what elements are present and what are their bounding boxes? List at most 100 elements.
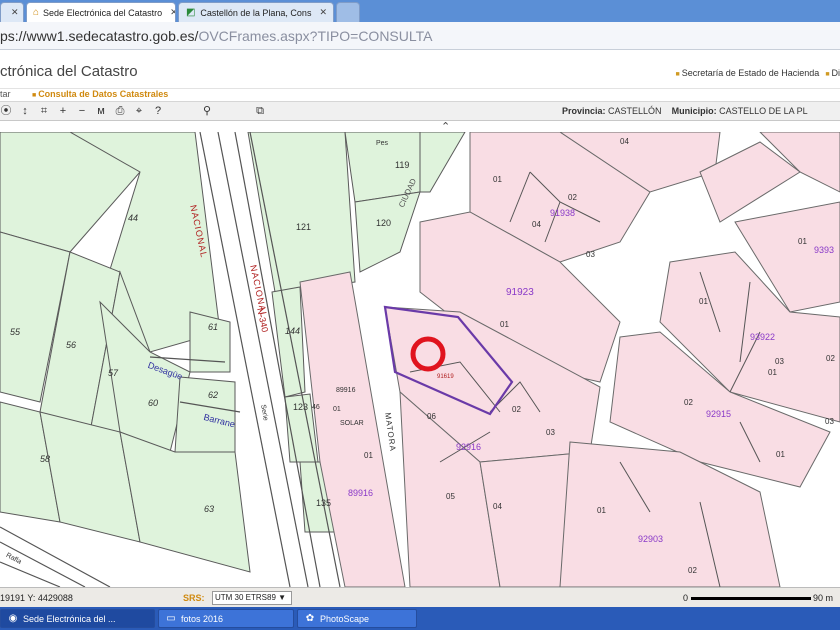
browser-tab-bar: ✕ ⌂ Sede Electrónica del Catastro ✕ ◩ Ca… [0,0,840,22]
cadastral-ref: 89916 [336,387,356,394]
tab-label: Castellón de la Plana, Cons [200,7,312,18]
header-link-hacienda[interactable]: Secretaría de Estado de Hacienda [676,68,820,78]
parcel-label: 119 [395,160,410,170]
taskbar-label: fotos 2016 [181,613,224,624]
scale-length: 90 m [813,593,834,603]
page-title: ctrónica del Catastro [0,63,138,80]
taskbar-item-fotos[interactable]: ▭ fotos 2016 [158,609,294,628]
parcel-label: 63 [204,504,215,514]
help-icon[interactable]: ? [152,104,164,118]
status-bar: 19191 Y: 4429088 SRS: UTM 30 ETRS89 ▼ 0 … [0,587,840,607]
cadastral-ref: 91923 [506,287,534,298]
parcel-label: 58 [40,454,51,464]
subparcel-label: 01 [493,175,502,184]
road-label: Barrane [202,412,237,430]
subparcel-label: 01 [364,451,373,460]
subparcel-label: 06 [427,412,436,421]
parcel-label: 55 [10,327,21,337]
zoom-extent-icon[interactable]: ⦿ [0,104,12,118]
parcel-label: 46 [312,404,320,411]
header-link-more[interactable]: Di [825,68,840,78]
parcel-label: Pes [376,140,389,147]
browser-tab-castellon[interactable]: ◩ Castellón de la Plana, Cons ✕ [178,2,334,22]
menu-item-consulta[interactable]: Consulta de Datos Catastrales [32,89,168,99]
parcel-label: 60 [148,398,159,408]
folder-icon: ▭ [166,612,176,624]
subparcel-label: 04 [493,502,502,511]
parcel-label: 144 [285,326,301,336]
address-bar[interactable]: ps://www1.sedecatastro.gob.es/OVCFrames.… [0,22,840,50]
browser-tab-partial[interactable]: ✕ [0,2,24,22]
taskbar-item-photoscape[interactable]: ✿ PhotoScape [297,609,417,628]
app-header: ctrónica del Catastro Secretaría de Esta… [0,55,840,89]
subparcel-label: 03 [775,357,784,366]
parcel-label: 56 [66,340,77,350]
selected-parcel-ref: 91619 [437,374,454,380]
parcel-label: 61 [208,322,219,332]
road-label: Desagüe [146,360,184,382]
zoom-in-icon[interactable]: + [57,104,69,118]
municipio-label: Municipio: [671,106,717,116]
catastro-favicon-icon: ⌂ [33,6,40,18]
browser-tab-catastro[interactable]: ⌂ Sede Electrónica del Catastro ✕ [26,2,176,22]
cadastral-ref: 92915 [706,409,732,419]
subparcel-label: 02 [688,566,697,575]
header-links: Secretaría de Estado de Hacienda Di [676,68,840,78]
scale-zero: 0 [683,593,689,603]
subparcel-label: 01 [768,368,777,377]
menu-row: tar Consulta de Datos Catastrales [0,89,840,101]
cadastral-map[interactable]: 44 55 56 57 60 61 62 58 63 119 Pes 120 1… [0,132,840,587]
srs-select[interactable]: UTM 30 ETRS89 ▼ [212,591,292,605]
solar-label: SOLAR [340,420,364,427]
subparcel-label: 04 [620,137,629,146]
cursor-coordinates: 19191 Y: 4429088 [0,593,73,603]
parcel-label: 44 [128,213,139,223]
road-label: CIUDAD [397,177,419,209]
subparcel-label: 01 [500,320,509,329]
scale-bar-line [691,597,811,600]
road-label: MATORA [383,412,398,453]
parcel-label: 62 [208,390,219,400]
subparcel-label: 02 [512,405,521,414]
srs-label: SRS: [183,593,205,603]
close-icon[interactable]: ✕ [170,7,175,18]
locate-icon[interactable]: ⌖ [133,104,145,118]
road-label: Serie [259,404,269,422]
map-favicon-icon: ◩ [185,6,196,18]
road-label: NACIONAL [188,204,210,259]
info-icon[interactable]: ↕ [19,104,31,118]
close-icon[interactable]: ✕ [319,7,327,18]
url-host: ps://www1.sedecatastro.gob.es/ [0,28,199,44]
url-field[interactable]: ps://www1.sedecatastro.gob.es/OVCFrames.… [0,26,840,46]
subparcel-label: 04 [532,220,541,229]
os-taskbar: ◉ Sede Electrónica del ... ▭ fotos 2016 … [0,607,840,630]
pan-icon[interactable]: ⌗ [38,104,50,118]
subparcel-label: 03 [825,417,834,426]
parcel-label: 57 [108,368,119,378]
close-icon[interactable]: ✕ [11,7,19,18]
marker-icon[interactable]: ⚲ [201,104,213,118]
provincia-label: Provincia: [562,106,606,116]
new-tab-button[interactable] [336,2,360,22]
subparcel-label: 03 [586,250,595,259]
print-icon[interactable]: ⎙ [114,104,126,118]
layers-icon[interactable]: ⧉ [254,104,266,118]
menu-item-back[interactable]: tar [0,89,11,99]
location-info: Provincia: CASTELLÓN Municipio: CASTELLO… [562,106,808,116]
taskbar-item-sede[interactable]: ◉ Sede Electrónica del ... [0,609,155,628]
zoom-out-icon[interactable]: − [76,104,88,118]
measure-icon[interactable]: ᴍ [95,104,107,118]
taskbar-label: PhotoScape [320,613,370,624]
cadastral-ref: 9393 [814,245,835,255]
parcel-label: 120 [376,218,392,228]
subparcel-label: 03 [546,428,555,437]
browser-icon: ◉ [8,612,18,624]
municipio-value: CASTELLO DE LA PL [719,106,808,116]
tab-label: Sede Electrónica del Catastro [43,7,163,18]
scale-bar: 0 90 m [683,591,840,605]
subparcel-label: 01 [798,237,807,246]
subparcel-label: 02 [826,354,835,363]
subparcel-label: 01 [597,506,606,515]
parcel-label: 123 [293,402,309,412]
cadastral-ref: 91938 [550,208,576,218]
